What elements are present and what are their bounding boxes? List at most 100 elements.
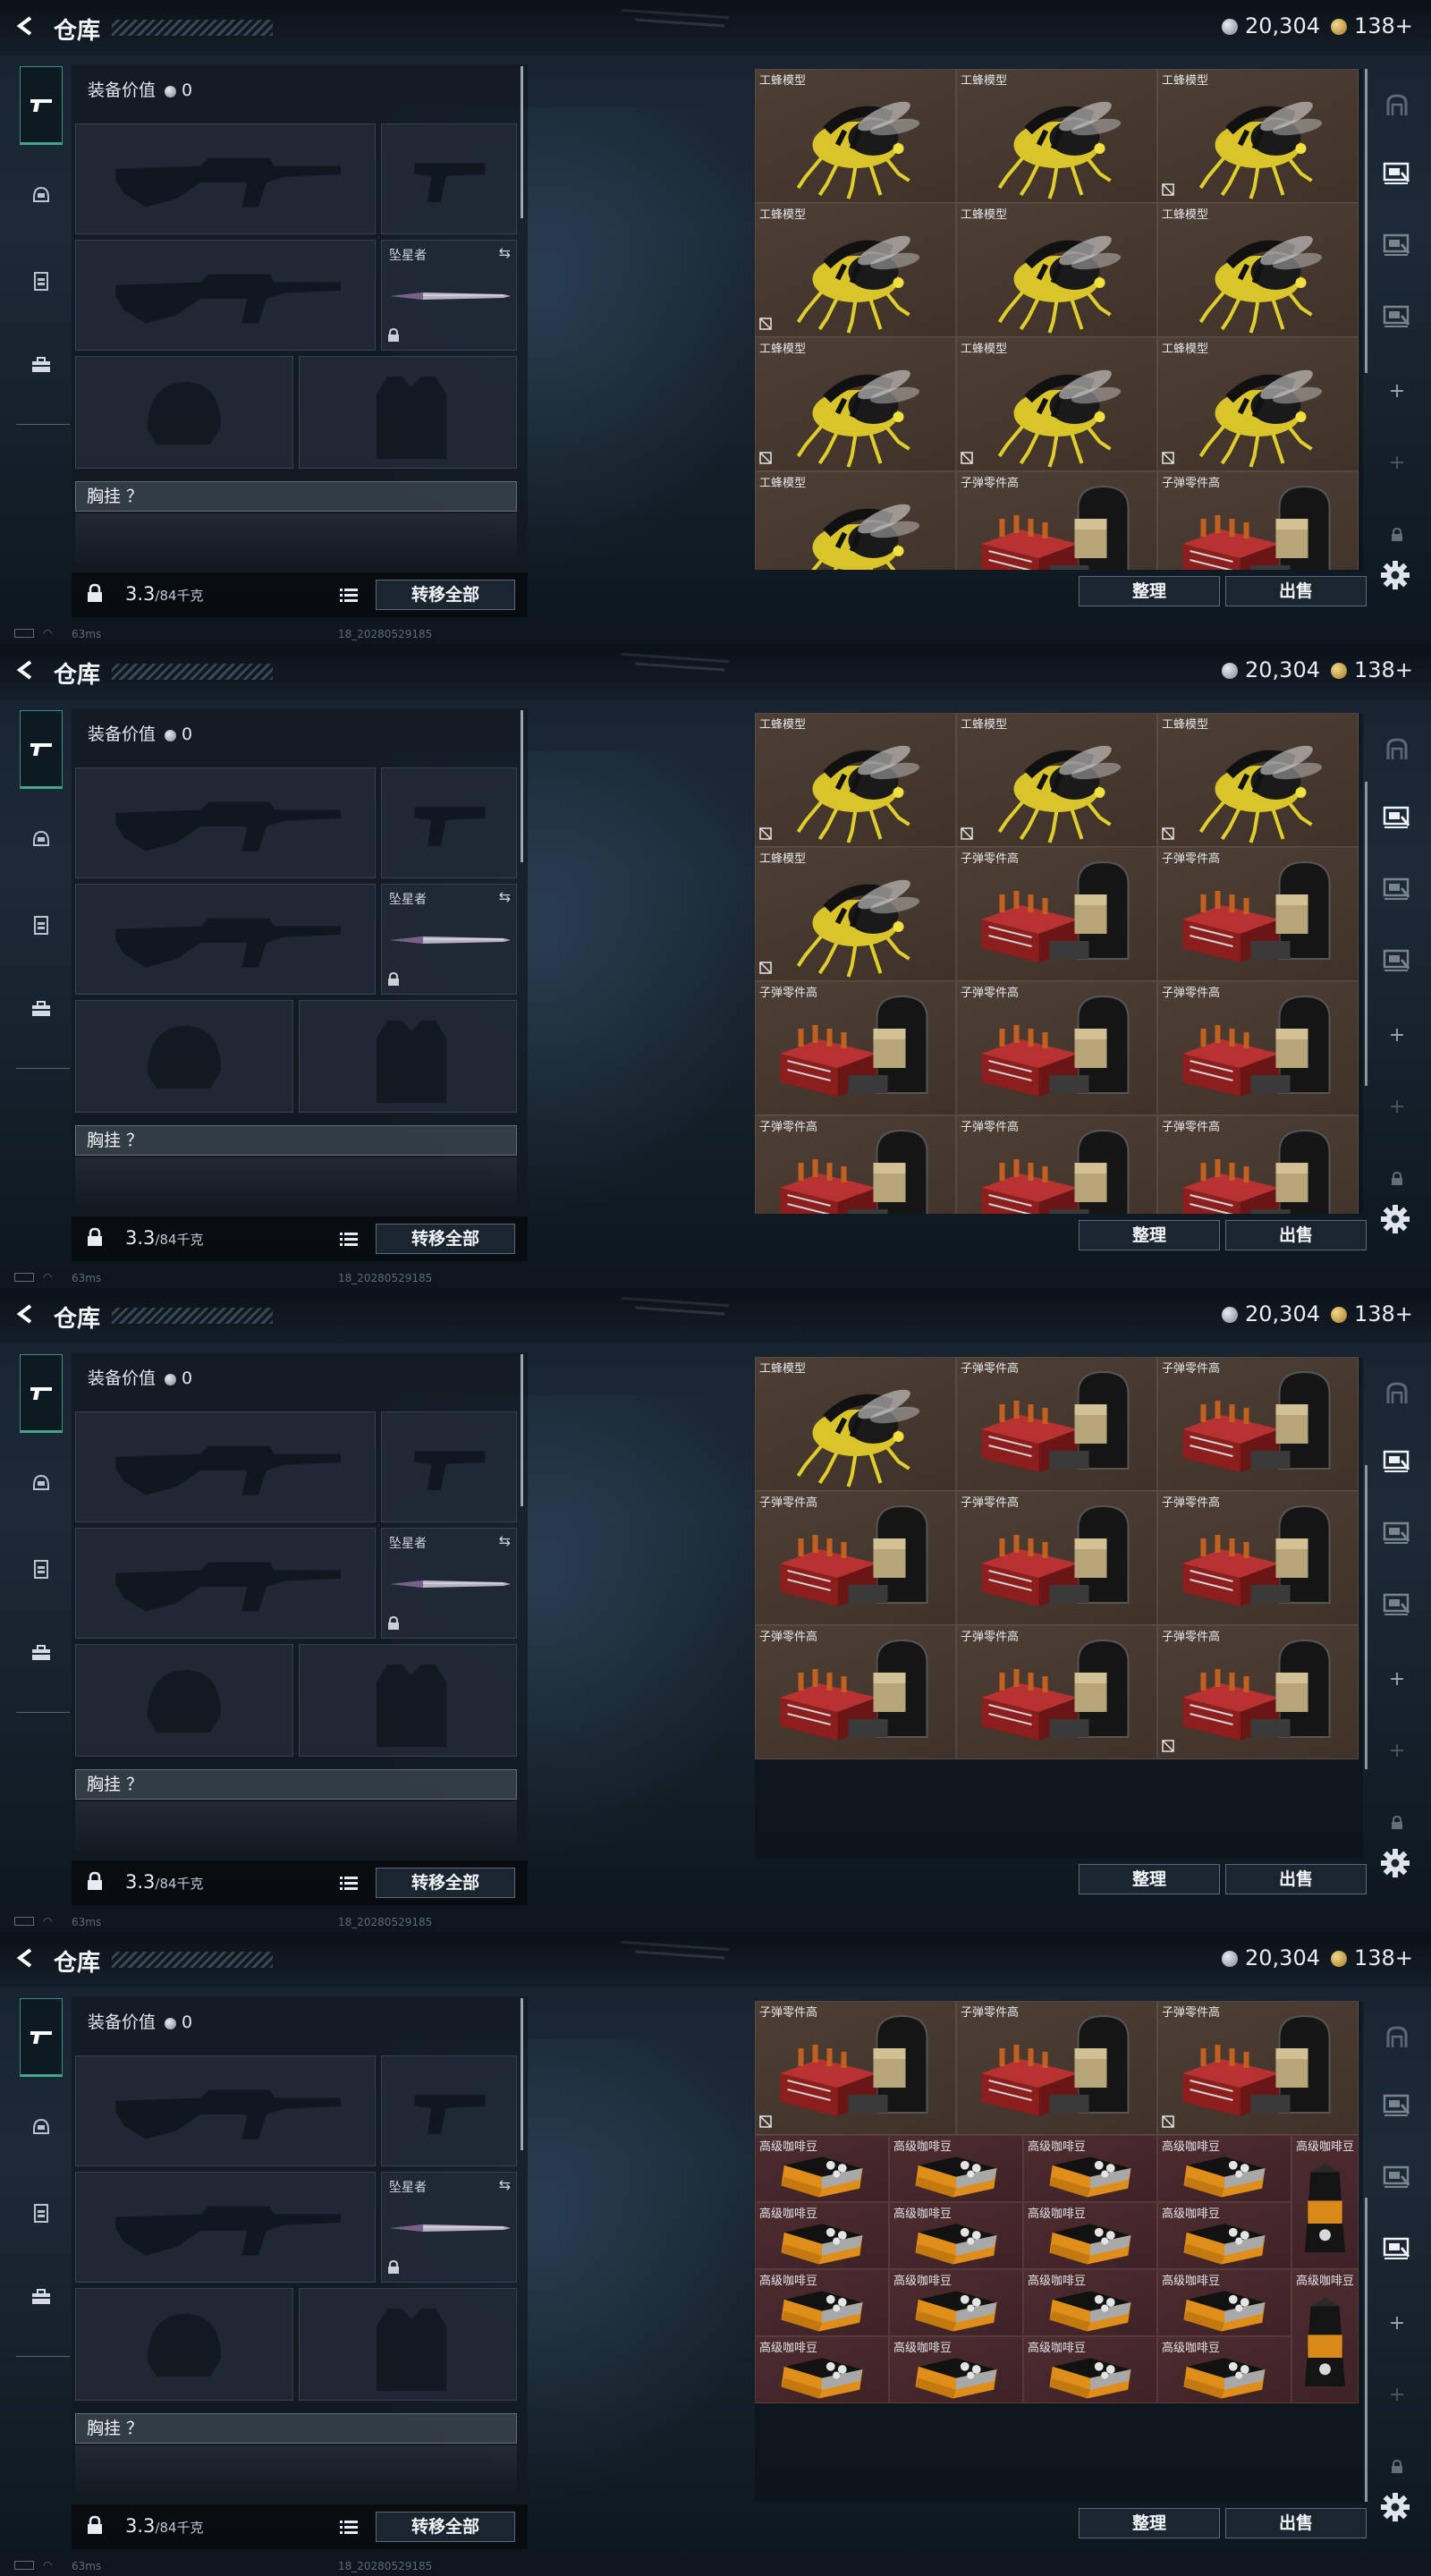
stash-tab-1-icon[interactable] xyxy=(1381,157,1413,190)
stash-item[interactable]: 工蜂模型 xyxy=(755,713,956,847)
transfer-all-button[interactable]: 转移全部 xyxy=(376,1224,515,1254)
transfer-all-button[interactable]: 转移全部 xyxy=(376,580,515,610)
gold-currency[interactable]: 138+ xyxy=(1331,657,1413,683)
back-button[interactable] xyxy=(14,658,38,683)
nav-vest[interactable] xyxy=(20,2174,63,2252)
pistol-slot[interactable] xyxy=(381,767,517,878)
list-icon[interactable] xyxy=(340,585,358,606)
nav-vest[interactable] xyxy=(20,242,63,320)
nav-backpack[interactable] xyxy=(20,970,63,1048)
sort-button[interactable]: 整理 xyxy=(1079,1220,1220,1250)
arch-tab-icon[interactable] xyxy=(1381,89,1413,122)
stash-item[interactable]: 子弹零件高 xyxy=(1157,1115,1359,1214)
stash-tab-1-icon[interactable] xyxy=(1381,801,1413,834)
loadout-scrollbar[interactable] xyxy=(521,710,523,862)
stash-item[interactable]: 子弹零件高 xyxy=(956,1491,1157,1625)
sell-button[interactable]: 出售 xyxy=(1225,1220,1367,1250)
stash-item[interactable]: 子弹零件高 xyxy=(956,1357,1157,1491)
sort-button[interactable]: 整理 xyxy=(1079,2508,1220,2538)
list-icon[interactable] xyxy=(340,1873,358,1894)
stash-item[interactable]: 子弹零件高 xyxy=(956,471,1157,570)
stash-scroll-thumb[interactable] xyxy=(1365,2198,1367,2502)
stash-item[interactable]: 高级咖啡豆 xyxy=(1023,2269,1157,2336)
stash-tab-1-icon[interactable] xyxy=(1381,2089,1413,2122)
list-icon[interactable] xyxy=(340,2517,358,2538)
stash-item[interactable]: 高级咖啡豆 xyxy=(1157,2269,1291,2336)
stash-item[interactable]: 工蜂模型 xyxy=(956,203,1157,337)
pistol-slot[interactable] xyxy=(381,123,517,234)
stash-item[interactable]: 工蜂模型 xyxy=(1157,713,1359,847)
stash-tab-3-icon[interactable] xyxy=(1381,2233,1413,2265)
stash-tab-1-icon[interactable] xyxy=(1381,1445,1413,1478)
nav-weapons[interactable] xyxy=(20,710,63,789)
helmet-slot[interactable] xyxy=(75,356,293,469)
secondary-weapon-slot[interactable] xyxy=(75,1528,376,1639)
stash-tab-2-icon[interactable] xyxy=(1381,229,1413,261)
nav-vest[interactable] xyxy=(20,886,63,964)
stash-scrollbar[interactable] xyxy=(1365,2001,1367,2502)
stash-scrollbar[interactable] xyxy=(1365,713,1367,1214)
stash-item[interactable]: 高级咖啡豆 xyxy=(1157,2135,1291,2202)
settings-gear-icon[interactable] xyxy=(1379,2491,1415,2527)
chest-rig-slot[interactable]: 胸挂 ？ xyxy=(75,1769,517,1800)
transfer-all-button[interactable]: 转移全部 xyxy=(376,1868,515,1898)
stash-item[interactable]: 子弹零件高 xyxy=(1157,1357,1359,1491)
stash-tab-2-icon[interactable] xyxy=(1381,873,1413,905)
stash-scrollbar[interactable] xyxy=(1365,1357,1367,1858)
stash-item[interactable]: 高级咖啡豆 xyxy=(1157,2336,1291,2403)
pistol-slot[interactable] xyxy=(381,1411,517,1522)
stash-item[interactable]: 高级咖啡豆 xyxy=(889,2202,1023,2269)
primary-weapon-slot[interactable] xyxy=(75,1411,376,1522)
settings-gear-icon[interactable] xyxy=(1379,1203,1415,1239)
add-tab-icon[interactable]: + xyxy=(1386,381,1408,402)
stash-item[interactable]: 高级咖啡豆 xyxy=(1291,2135,1359,2269)
stash-item[interactable]: 高级咖啡豆 xyxy=(889,2135,1023,2202)
primary-weapon-slot[interactable] xyxy=(75,123,376,234)
melee-slot[interactable]: 坠星者 ⇆ xyxy=(381,240,517,351)
stash-item[interactable]: 子弹零件高 xyxy=(1157,471,1359,570)
stash-item[interactable]: 子弹零件高 xyxy=(1157,981,1359,1115)
nav-weapons[interactable] xyxy=(20,1998,63,2077)
stash-item[interactable]: 子弹零件高 xyxy=(956,847,1157,981)
helmet-slot[interactable] xyxy=(75,1644,293,1757)
sell-button[interactable]: 出售 xyxy=(1225,2508,1367,2538)
stash-item[interactable]: 子弹零件高 xyxy=(956,2001,1157,2135)
stash-item[interactable]: 高级咖啡豆 xyxy=(1023,2202,1157,2269)
add-tab-icon[interactable]: + xyxy=(1386,1741,1408,1762)
stash-item[interactable]: 工蜂模型 xyxy=(956,69,1157,203)
melee-slot[interactable]: 坠星者 ⇆ xyxy=(381,1528,517,1639)
stash-scroll-thumb[interactable] xyxy=(1365,69,1367,373)
stash-item[interactable]: 高级咖啡豆 xyxy=(1291,2269,1359,2403)
arch-tab-icon[interactable] xyxy=(1381,2021,1413,2054)
nav-helmet[interactable] xyxy=(20,800,63,878)
arch-tab-icon[interactable] xyxy=(1381,733,1413,766)
secondary-weapon-slot[interactable] xyxy=(75,884,376,995)
melee-slot[interactable]: 坠星者 ⇆ xyxy=(381,2172,517,2283)
stash-item[interactable]: 工蜂模型 xyxy=(1157,69,1359,203)
stash-scroll-thumb[interactable] xyxy=(1365,1465,1367,1769)
gold-currency[interactable]: 138+ xyxy=(1331,1301,1413,1327)
stash-item[interactable]: 子弹零件高 xyxy=(1157,847,1359,981)
nav-backpack[interactable] xyxy=(20,326,63,404)
chest-rig-slot[interactable]: 胸挂 ？ xyxy=(75,2413,517,2444)
stash-item[interactable]: 工蜂模型 xyxy=(755,847,956,981)
swap-icon[interactable]: ⇆ xyxy=(499,2176,511,2193)
stash-item[interactable]: 子弹零件高 xyxy=(755,981,956,1115)
stash-item[interactable]: 子弹零件高 xyxy=(956,1625,1157,1759)
nav-weapons[interactable] xyxy=(20,66,63,145)
stash-item[interactable]: 工蜂模型 xyxy=(956,713,1157,847)
stash-item[interactable]: 高级咖啡豆 xyxy=(1023,2135,1157,2202)
gold-currency[interactable]: 138+ xyxy=(1331,1945,1413,1971)
gold-currency[interactable]: 138+ xyxy=(1331,13,1413,39)
stash-item[interactable]: 子弹零件高 xyxy=(1157,1625,1359,1759)
sort-button[interactable]: 整理 xyxy=(1079,576,1220,606)
stash-item[interactable]: 高级咖啡豆 xyxy=(755,2135,889,2202)
nav-helmet[interactable] xyxy=(20,156,63,234)
stash-item[interactable]: 高级咖啡豆 xyxy=(755,2336,889,2403)
stash-item[interactable]: 高级咖啡豆 xyxy=(889,2336,1023,2403)
settings-gear-icon[interactable] xyxy=(1379,559,1415,595)
nav-helmet[interactable] xyxy=(20,1444,63,1522)
stash-item[interactable]: 子弹零件高 xyxy=(1157,1491,1359,1625)
settings-gear-icon[interactable] xyxy=(1379,1847,1415,1883)
stash-item[interactable]: 高级咖啡豆 xyxy=(1023,2336,1157,2403)
